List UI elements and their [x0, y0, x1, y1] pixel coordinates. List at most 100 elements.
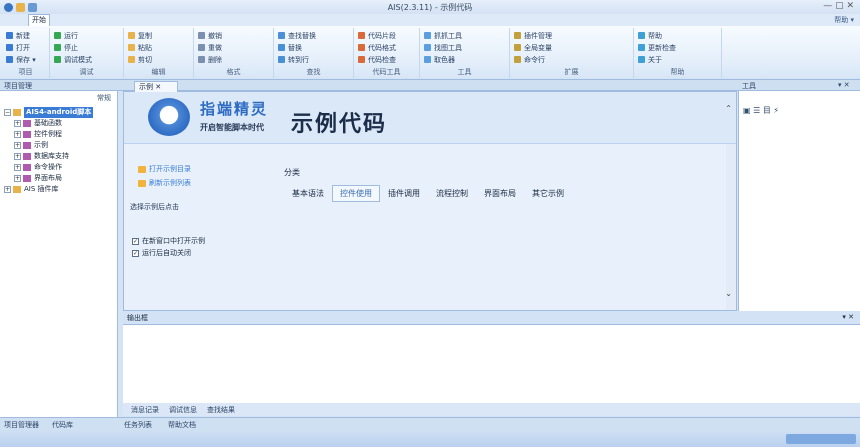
ribbon-command[interactable]: 剪切: [138, 55, 152, 65]
ribbon-command[interactable]: 替换: [288, 43, 302, 53]
folder-icon: [23, 120, 31, 127]
tree-node[interactable]: + 示例: [4, 140, 93, 151]
tab-project-manager[interactable]: 项目管理器: [4, 420, 39, 430]
tab-help-docs[interactable]: 帮助文档: [168, 420, 196, 430]
ribbon-command[interactable]: 抓抓工具: [434, 31, 462, 41]
ribbon-command[interactable]: 插件管理: [524, 31, 552, 41]
ribbon-command[interactable]: 复制: [138, 31, 152, 41]
output-tab[interactable]: 调试信息: [169, 405, 197, 415]
ribbon-command-icon: [278, 44, 285, 51]
tree-node-label: 命令操作: [34, 163, 62, 171]
ribbon-command[interactable]: 删除: [208, 55, 222, 65]
tab-home[interactable]: 开始: [28, 14, 50, 26]
tree-node-label: 界面布局: [34, 174, 62, 182]
ribbon-command[interactable]: 更新检查: [648, 43, 676, 53]
project-tree: − AIS4-android脚本 + 基础函数 + 控件例程 + 示例 + 数据库支持 + 命令操作 +…: [4, 107, 94, 195]
tree-node[interactable]: + 基础函数: [4, 118, 93, 129]
ribbon-group-label: 格式: [226, 68, 241, 76]
ribbon-command[interactable]: 帮助: [648, 31, 662, 41]
expand-icon[interactable]: +: [14, 142, 21, 149]
ribbon-command[interactable]: 保存 ▾: [16, 55, 36, 65]
ribbon-command-icon: [358, 56, 365, 63]
expand-icon[interactable]: +: [14, 120, 21, 127]
ribbon-command[interactable]: 取色器: [434, 55, 455, 65]
ribbon-command[interactable]: 粘贴: [138, 43, 152, 53]
tab-code-library[interactable]: 代码库: [52, 420, 73, 430]
open-samples-link[interactable]: 打开示例目录: [138, 164, 191, 174]
document-tab[interactable]: 示例 ✕: [134, 81, 178, 92]
ribbon-command[interactable]: 新建: [16, 31, 30, 41]
ribbon-command-icon: [514, 56, 521, 63]
expand-icon[interactable]: +: [14, 164, 21, 171]
checkbox-check-icon: ✓: [132, 249, 139, 257]
tree-node[interactable]: + AIS 插件库: [4, 184, 93, 195]
ribbon-command-icon: [514, 44, 521, 51]
ribbon-command[interactable]: 查找替换: [288, 31, 316, 41]
output-body[interactable]: [123, 325, 860, 403]
tab-task-list[interactable]: 任务列表: [124, 420, 152, 430]
ribbon-command-icon: [424, 56, 431, 63]
ribbon-command[interactable]: 运行: [64, 31, 78, 41]
category-tab[interactable]: 控件使用: [332, 185, 380, 202]
collapse-icon[interactable]: −: [4, 109, 11, 116]
ribbon-command[interactable]: 找图工具: [434, 43, 462, 53]
expand-icon[interactable]: +: [14, 153, 21, 160]
scroll-up-icon[interactable]: ⌃: [725, 104, 732, 113]
auto-close-checkbox[interactable]: ✓ 运行后自动关闭: [132, 248, 191, 258]
tree-node[interactable]: − AIS4-android脚本: [4, 107, 94, 118]
ribbon-command[interactable]: 转到行: [288, 55, 309, 65]
ribbon-command[interactable]: 关于: [648, 55, 662, 65]
ribbon-command[interactable]: 撤销: [208, 31, 222, 41]
brand-name: 指端精灵: [200, 100, 269, 118]
ribbon-command[interactable]: 调试模式: [64, 55, 92, 65]
folder-icon: [23, 131, 31, 138]
category-tab[interactable]: 流程控制: [428, 185, 476, 202]
ribbon-command[interactable]: 打开: [16, 43, 30, 53]
right-pane-pin[interactable]: ▾ ✕: [838, 81, 850, 89]
help-menu[interactable]: 帮助 ▾: [834, 15, 854, 25]
brand-logo-icon: [148, 98, 190, 136]
status-indicator: [786, 434, 856, 444]
output-tab[interactable]: 查找结果: [207, 405, 235, 415]
folder-icon: [138, 165, 146, 173]
output-pin[interactable]: ▾ ✕: [842, 313, 854, 321]
tree-node[interactable]: + 命令操作: [4, 162, 93, 173]
ribbon-command[interactable]: 代码片段: [368, 31, 396, 41]
ribbon-command[interactable]: 重做: [208, 43, 222, 53]
ribbon-command[interactable]: 代码检查: [368, 55, 396, 65]
output-title: 输出框: [127, 314, 148, 322]
scroll-down-icon[interactable]: ⌄: [725, 289, 732, 298]
expand-icon[interactable]: +: [14, 175, 21, 182]
tree-node-label: 示例: [34, 141, 48, 149]
refresh-samples-link[interactable]: 刷新示例列表: [138, 178, 191, 188]
refresh-samples-link-label: 刷新示例列表: [149, 179, 191, 187]
tree-node[interactable]: + 控件例程: [4, 129, 93, 140]
ribbon-command-icon: [54, 32, 61, 39]
folder-icon: [23, 153, 31, 160]
category-tab[interactable]: 界面布局: [476, 185, 524, 202]
open-samples-link-label: 打开示例目录: [149, 165, 191, 173]
ribbon-command[interactable]: 全局变量: [524, 43, 552, 53]
output-tab[interactable]: 消息记录: [131, 405, 159, 415]
title-bar: AIS(2.3.11) - 示例代码 — ▢ ✕: [0, 0, 860, 14]
ribbon-command[interactable]: 命令行: [524, 55, 545, 65]
ribbon-command[interactable]: 停止: [64, 43, 78, 53]
ribbon-command-icon: [358, 32, 365, 39]
tools-toolbar[interactable]: ▣ ☰ 目 ⚡: [743, 105, 779, 116]
expand-icon[interactable]: +: [14, 131, 21, 138]
folder-icon: [23, 175, 31, 182]
output-header: 输出框 ▾ ✕: [123, 311, 860, 325]
window-controls[interactable]: — ▢ ✕: [823, 1, 854, 11]
category-tab[interactable]: 基本语法: [284, 185, 332, 202]
ribbon-command-icon: [128, 44, 135, 51]
open-new-window-checkbox[interactable]: ✓ 在新窗口中打开示例: [132, 236, 205, 246]
ribbon-command[interactable]: 代码格式: [368, 43, 396, 53]
ribbon-command-icon: [128, 32, 135, 39]
category-tab[interactable]: 其它示例: [524, 185, 572, 202]
tree-node[interactable]: + 数据库支持: [4, 151, 93, 162]
expand-icon[interactable]: +: [4, 186, 11, 193]
category-tab[interactable]: 插件调用: [380, 185, 428, 202]
tree-node[interactable]: + 界面布局: [4, 173, 93, 184]
vertical-scrollbar[interactable]: [726, 144, 736, 310]
ribbon-command-icon: [358, 44, 365, 51]
